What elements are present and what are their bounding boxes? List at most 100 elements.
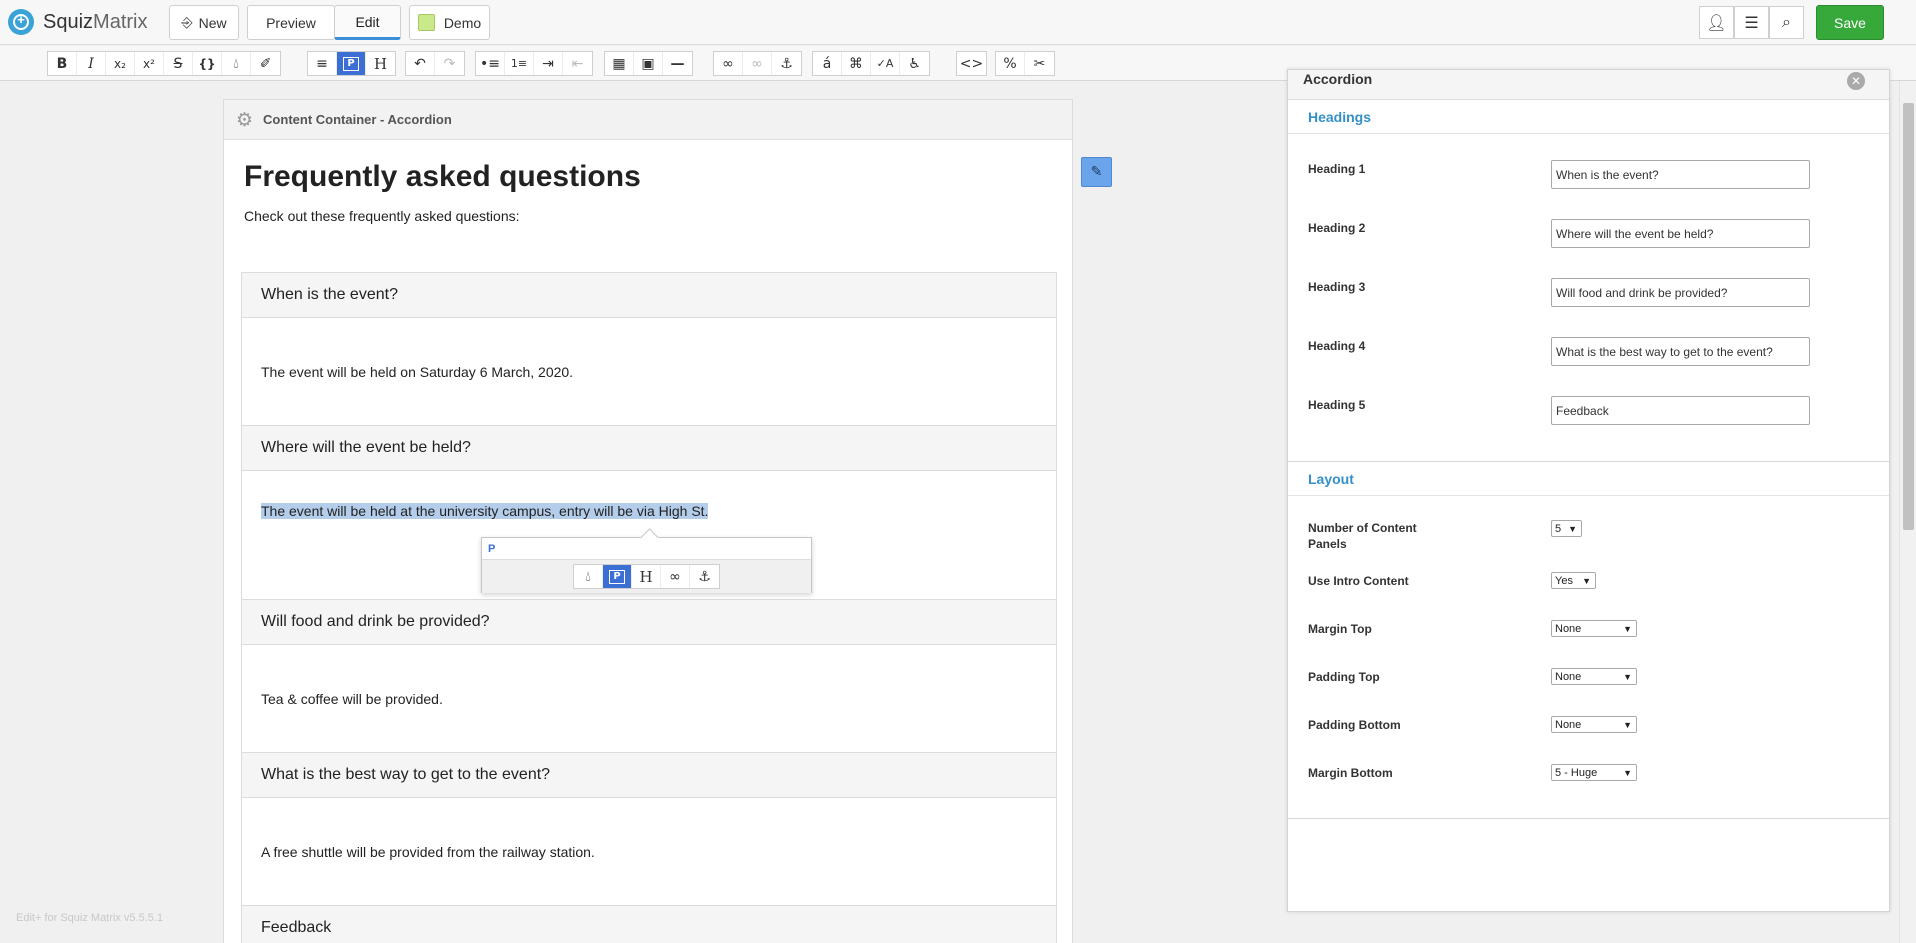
margin-bottom-label: Margin Bottom	[1308, 766, 1393, 780]
heading-4-input[interactable]	[1551, 337, 1810, 366]
page-scrollbar[interactable]	[1899, 81, 1916, 943]
heading-4-label: Heading 4	[1308, 339, 1366, 353]
selected-text[interactable]: The event will be held at the university…	[261, 503, 709, 519]
redo-icon[interactable]: ↷	[435, 52, 464, 75]
color-drop-icon[interactable]: 💧︎	[222, 52, 251, 75]
headings-section-label: Headings	[1308, 108, 1372, 125]
chevron-down-icon: ▼	[1623, 623, 1632, 634]
heading-1-input[interactable]	[1551, 160, 1810, 189]
margin-top-value: None	[1555, 622, 1582, 635]
paragraph-icon[interactable]: P	[603, 565, 632, 588]
asset-tree-button[interactable]: ☰	[1734, 6, 1769, 39]
accordion-panel-1[interactable]: The event will be held on Saturday 6 Mar…	[242, 318, 1056, 426]
save-button[interactable]: Save	[1816, 5, 1884, 40]
accordion-panel-text: The event will be held on Saturday 6 Mar…	[261, 363, 574, 380]
heading-5-label: Heading 5	[1308, 398, 1366, 412]
heading-icon[interactable]: H	[366, 52, 395, 75]
numbered-list-icon[interactable]: 1≡	[505, 52, 534, 75]
accordion: When is the event? The event will be hel…	[241, 272, 1057, 943]
link-icon[interactable]: ∞	[714, 52, 743, 75]
padding-top-select[interactable]: None ▼	[1551, 668, 1637, 685]
scrollbar-thumb[interactable]	[1903, 103, 1914, 530]
accordion-heading-5[interactable]: Feedback	[242, 906, 1056, 943]
anchor-icon[interactable]: ⚓︎	[772, 52, 801, 75]
container-header: ⚙ Content Container - Accordion	[224, 100, 1072, 140]
paragraph-icon[interactable]: P	[337, 52, 366, 75]
undo-icon[interactable]: ↶	[406, 52, 435, 75]
color-drop-icon[interactable]: 💧︎	[574, 565, 603, 588]
margin-top-label: Margin Top	[1308, 622, 1372, 636]
misc-group: % ✂︎	[995, 51, 1055, 76]
search-icon: ⌕	[1782, 13, 1791, 31]
source-code-icon[interactable]: <>	[957, 52, 986, 75]
insert-group: ▦ ▣ —	[604, 51, 693, 76]
heading-2-input[interactable]	[1551, 219, 1810, 248]
accordion-heading-4[interactable]: What is the best way to get to the event…	[242, 753, 1056, 798]
heading-1-label: Heading 1	[1308, 162, 1366, 176]
superscript-icon[interactable]: x²	[135, 52, 164, 75]
unlink-icon[interactable]: ∞	[743, 52, 772, 75]
find-replace-icon[interactable]: ⌘	[842, 52, 871, 75]
edit-tab[interactable]: Edit	[334, 5, 401, 40]
search-button[interactable]: ⌕	[1769, 6, 1804, 39]
bullet-list-icon[interactable]: •≡	[476, 52, 505, 75]
user-button[interactable]: 👤︎	[1699, 6, 1734, 39]
padding-bottom-label: Padding Bottom	[1308, 718, 1401, 732]
intro-text[interactable]: Check out these frequently asked questio…	[244, 208, 520, 224]
accordion-panel-3[interactable]: Tea & coffee will be provided.	[242, 645, 1056, 753]
special-char-icon[interactable]: á	[813, 52, 842, 75]
use-intro-select[interactable]: Yes ▼	[1551, 572, 1596, 589]
accessibility-icon[interactable]: ♿︎	[900, 52, 929, 75]
heading-5-input[interactable]	[1551, 396, 1810, 425]
preview-tab[interactable]: Preview	[247, 5, 335, 40]
bold-icon[interactable]: B	[48, 52, 77, 75]
align-left-icon[interactable]: ≡	[308, 52, 337, 75]
accordion-heading-text: Feedback	[261, 919, 332, 936]
horizontal-rule-icon[interactable]: —	[663, 52, 692, 75]
italic-icon[interactable]: I	[77, 52, 106, 75]
table-icon[interactable]: ▦	[605, 52, 634, 75]
percent-icon[interactable]: %	[996, 52, 1025, 75]
cut-icon[interactable]: ✂︎	[1025, 52, 1054, 75]
indent-icon[interactable]: ⇥	[534, 52, 563, 75]
margin-bottom-select[interactable]: 5 - Huge ▼	[1551, 764, 1637, 781]
image-icon[interactable]: ▣	[634, 52, 663, 75]
heading-3-input[interactable]	[1551, 278, 1810, 307]
curly-braces-icon[interactable]: {}	[193, 52, 222, 75]
new-button[interactable]: ⎆ New	[169, 5, 239, 40]
outdent-icon[interactable]: ⇤	[563, 52, 592, 75]
gear-icon[interactable]: ⚙	[236, 109, 253, 131]
logo-icon	[8, 9, 34, 35]
save-button-label: Save	[1834, 14, 1866, 31]
accordion-heading-text: Where will the event be held?	[261, 439, 471, 456]
margin-bottom-value: 5 - Huge	[1555, 766, 1598, 779]
layout-section-label: Layout	[1308, 470, 1354, 487]
layout-section-title: Layout	[1288, 462, 1889, 496]
chevron-down-icon: ▼	[1623, 671, 1632, 682]
link-icon[interactable]: ∞	[661, 565, 690, 588]
container-title: Content Container - Accordion	[263, 112, 452, 127]
num-panels-select[interactable]: 5 ▼	[1551, 520, 1582, 537]
page-title[interactable]: Frequently asked questions	[244, 160, 641, 194]
padding-bottom-value: None	[1555, 718, 1582, 731]
demo-context-button[interactable]: Demo	[409, 5, 490, 40]
clear-format-icon[interactable]: ✐	[251, 52, 280, 75]
panel-title: Accordion	[1303, 71, 1373, 87]
edit-properties-button[interactable]: ✎	[1081, 157, 1112, 187]
spell-check-icon[interactable]: ✓A	[871, 52, 900, 75]
anchor-icon[interactable]: ⚓︎	[690, 565, 719, 588]
heading-icon[interactable]: H	[632, 565, 661, 588]
accordion-panel-text: Tea & coffee will be provided.	[261, 690, 443, 707]
close-icon[interactable]: ✕	[1847, 72, 1865, 90]
content-container: ⚙ Content Container - Accordion Frequent…	[223, 99, 1073, 943]
num-panels-value: 5	[1555, 522, 1562, 535]
subscript-icon[interactable]: x₂	[106, 52, 135, 75]
margin-top-select[interactable]: None ▼	[1551, 620, 1637, 637]
strikethrough-icon[interactable]: S	[164, 52, 193, 75]
accordion-heading-1[interactable]: When is the event?	[242, 273, 1056, 318]
squiz-matrix-logo[interactable]: SquizMatrix	[8, 9, 147, 35]
accordion-heading-3[interactable]: Will food and drink be provided?	[242, 600, 1056, 645]
padding-bottom-select[interactable]: None ▼	[1551, 716, 1637, 733]
accordion-heading-2[interactable]: Where will the event be held?	[242, 426, 1056, 471]
accordion-panel-4[interactable]: A free shuttle will be provided from the…	[242, 798, 1056, 906]
